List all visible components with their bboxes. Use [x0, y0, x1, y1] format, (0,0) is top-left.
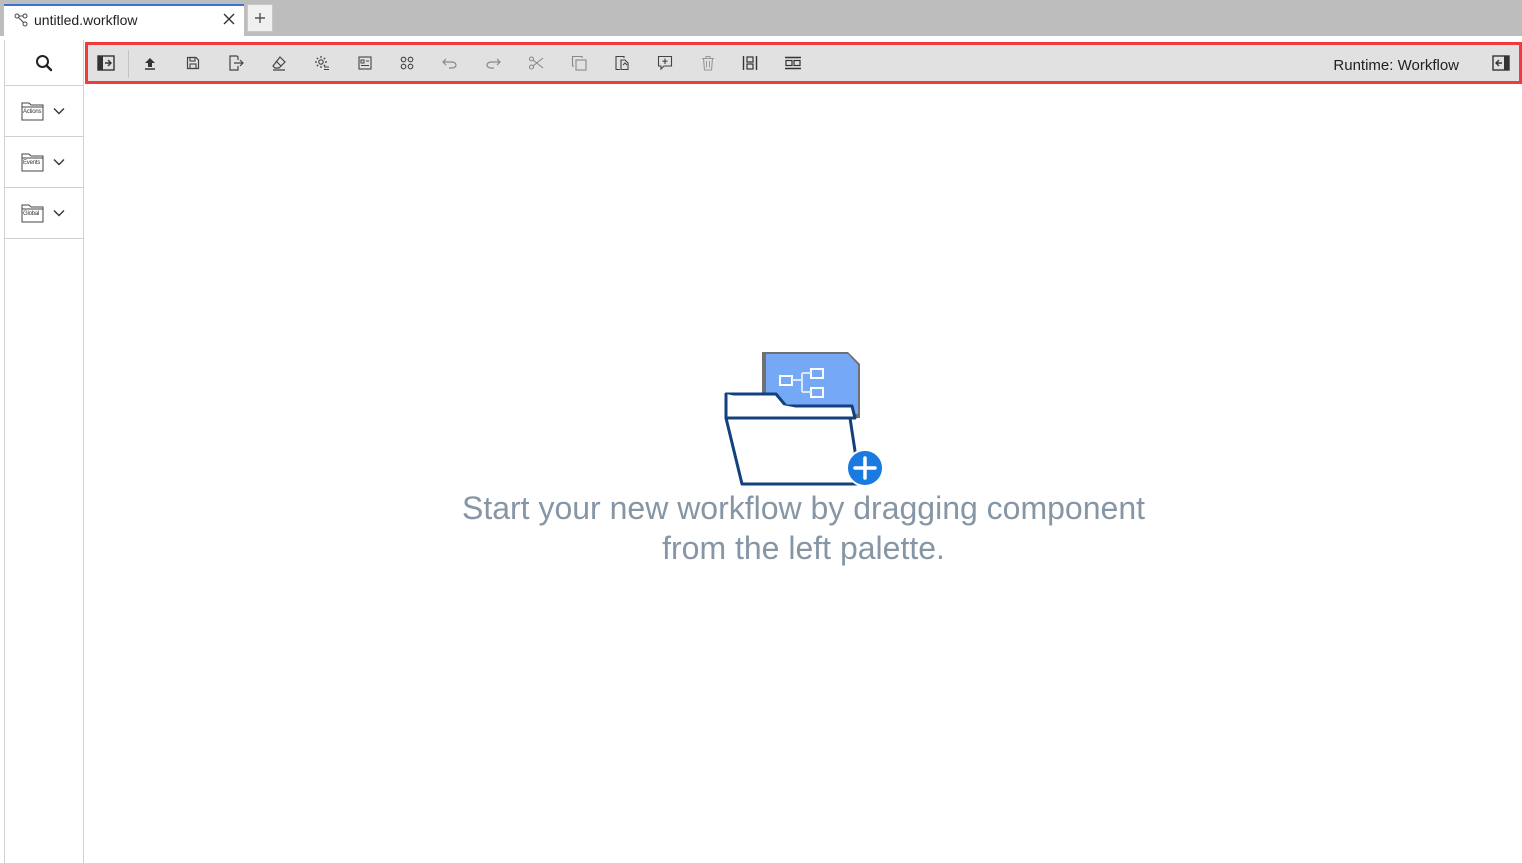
pipeline-toolbar: Runtime: Workflow — [85, 42, 1522, 84]
workflow-canvas[interactable]: Start your new workflow by dragging comp… — [85, 86, 1522, 863]
upload-icon — [145, 58, 155, 70]
empty-canvas-message: Start your new workflow by dragging comp… — [85, 488, 1522, 568]
clear-button[interactable] — [269, 53, 289, 73]
palette-category-global[interactable]: Global — [5, 188, 83, 239]
tab-bar: untitled.workflow — [0, 0, 1522, 36]
arrange-icon — [400, 56, 414, 70]
clear-icon — [272, 56, 286, 71]
component-palette: Actions Events Global — [4, 40, 84, 863]
palette-category-label: Global — [23, 211, 40, 217]
settings-icon — [315, 56, 329, 70]
align-vertical-icon — [742, 56, 758, 70]
toggle-properties-button[interactable] — [1491, 53, 1511, 73]
folder-icon: Events — [21, 151, 45, 173]
chevron-down-icon — [53, 108, 65, 115]
palette-category-actions[interactable]: Actions — [5, 86, 83, 137]
toggle-properties-icon — [1492, 55, 1510, 71]
new-tab-button[interactable] — [247, 4, 273, 32]
redo-button[interactable] — [483, 53, 503, 73]
delete-button[interactable] — [698, 53, 718, 73]
export-button[interactable] — [226, 53, 246, 73]
palette-category-label: Events — [23, 160, 41, 166]
comment-button[interactable] — [655, 53, 675, 73]
undo-icon — [442, 58, 457, 69]
cut-button[interactable] — [526, 53, 546, 73]
plus-icon — [255, 13, 265, 23]
search-icon — [36, 54, 53, 71]
align-vertical-button[interactable] — [740, 53, 760, 73]
arrange-button[interactable] — [397, 53, 417, 73]
toolbar-separator — [128, 50, 129, 78]
copy-button[interactable] — [569, 53, 589, 73]
tab-untitled-workflow[interactable]: untitled.workflow — [4, 4, 244, 36]
palette-category-label: Actions — [23, 109, 42, 115]
palette-search-button[interactable] — [5, 40, 83, 86]
undo-button[interactable] — [440, 53, 460, 73]
close-icon[interactable] — [222, 12, 236, 26]
align-horizontal-icon — [785, 56, 801, 70]
paste-button[interactable] — [612, 53, 632, 73]
toggle-palette-button[interactable] — [96, 53, 116, 73]
folder-icon: Global — [21, 202, 45, 224]
paste-icon — [615, 55, 629, 71]
upload-button[interactable] — [140, 53, 160, 73]
folder-icon: Actions — [21, 100, 45, 122]
redo-icon — [486, 58, 501, 69]
save-button[interactable] — [183, 53, 203, 73]
toggle-palette-icon — [97, 55, 115, 71]
properties-button[interactable] — [355, 53, 375, 73]
chevron-down-icon — [53, 159, 65, 166]
workflow-icon — [14, 13, 28, 27]
align-horizontal-button[interactable] — [783, 53, 803, 73]
cut-icon — [528, 56, 544, 70]
save-icon — [186, 56, 200, 70]
delete-icon — [702, 55, 714, 71]
runtime-label: Runtime: Workflow — [1333, 57, 1459, 74]
properties-icon — [358, 56, 372, 70]
empty-message-line-2: from the left palette. — [662, 530, 945, 566]
comment-icon — [657, 55, 673, 71]
palette-category-events[interactable]: Events — [5, 137, 83, 188]
empty-message-line-1: Start your new workflow by dragging comp… — [461, 490, 1145, 526]
empty-workflow-illustration — [720, 348, 890, 495]
export-icon — [229, 55, 244, 71]
copy-icon — [571, 55, 587, 71]
chevron-down-icon — [53, 210, 65, 217]
tab-title: untitled.workflow — [34, 12, 138, 28]
settings-button[interactable] — [312, 53, 332, 73]
